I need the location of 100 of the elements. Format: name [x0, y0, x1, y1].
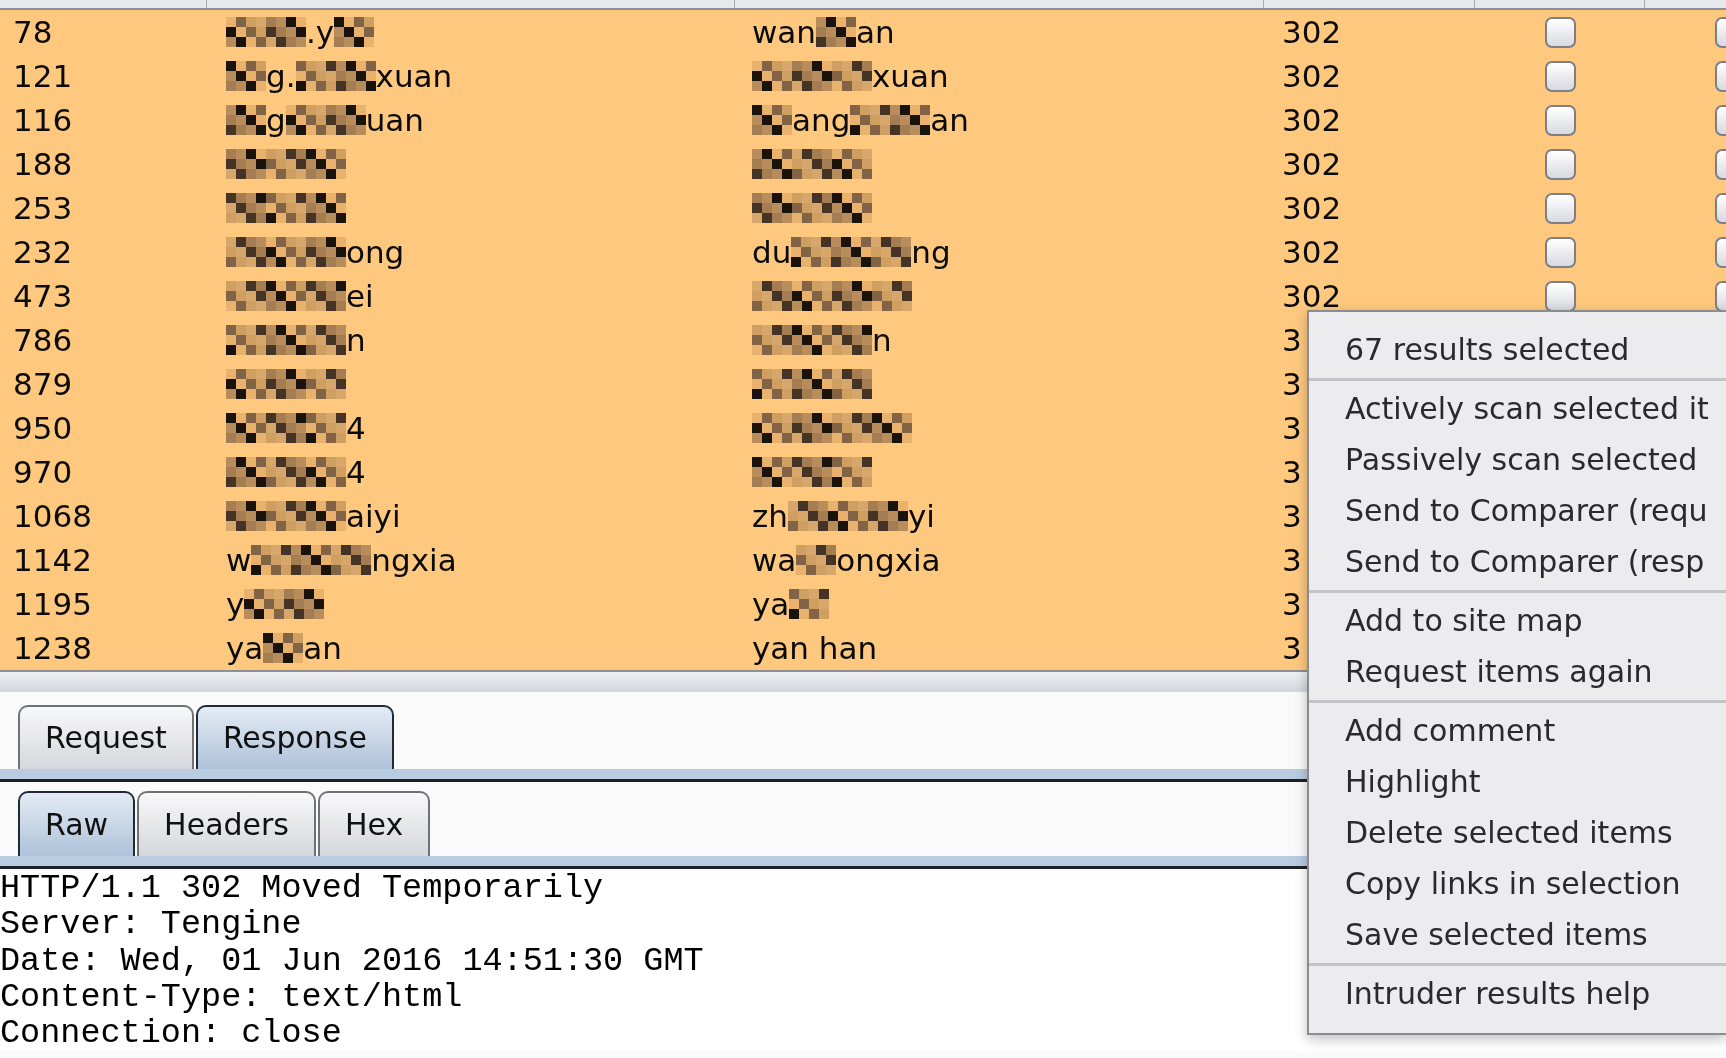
payload-text: y	[226, 586, 245, 622]
status-code: 3	[1282, 542, 1302, 578]
pixelated-mosaic	[752, 105, 792, 135]
status-code: 3	[1282, 630, 1302, 666]
status-code: 3	[1282, 366, 1302, 402]
payload-text: n	[872, 322, 892, 358]
status-code: 3	[1282, 586, 1302, 622]
request-number: 253	[13, 190, 73, 226]
tab[interactable]: Request	[18, 705, 194, 769]
payload-text: wa	[752, 542, 797, 578]
request-number: 1142	[13, 542, 92, 578]
table-row[interactable]: 188 302	[0, 142, 1726, 186]
table-row[interactable]: 121 g. xuan xuan 302	[0, 54, 1726, 98]
pixelated-mosaic	[226, 413, 266, 443]
checkbox[interactable]	[1715, 148, 1726, 180]
payload-text: zh	[752, 498, 788, 534]
pixelated-mosaic	[872, 413, 912, 443]
table-row[interactable]: 78 .y wan an 302	[0, 10, 1726, 54]
request-number: 879	[13, 366, 73, 402]
pixelated-mosaic	[226, 325, 266, 355]
pixelated-mosaic	[791, 237, 832, 267]
payload-text: an	[930, 102, 969, 138]
pixelated-mosaic	[832, 61, 872, 91]
pixelated-mosaic	[752, 193, 792, 223]
payload-text: 4	[346, 454, 366, 490]
payload-text: wan	[752, 14, 816, 50]
checkbox[interactable]	[1544, 16, 1576, 48]
pixelated-mosaic	[284, 589, 325, 619]
status-code: 3	[1282, 498, 1302, 534]
tab[interactable]: Response	[195, 705, 394, 769]
pixelated-mosaic	[266, 501, 306, 531]
response-line: Date: Wed, 01 Jun 2016 14:51:30 GMT	[0, 942, 704, 979]
pixelated-mosaic	[306, 193, 346, 223]
pixelated-mosaic	[226, 457, 266, 487]
menu-item[interactable]: Add comment	[1309, 705, 1726, 756]
pixelated-mosaic	[266, 149, 306, 179]
pixelated-mosaic	[266, 413, 306, 443]
pixelated-mosaic	[752, 413, 792, 443]
table-row[interactable]: 116 g uan ang an 302	[0, 98, 1726, 142]
checkbox[interactable]	[1544, 60, 1576, 92]
payload-text: yan han	[752, 630, 878, 666]
status-code: 302	[1282, 102, 1342, 138]
response-line: Server: Tengine	[0, 906, 302, 943]
checkbox[interactable]	[1715, 236, 1726, 268]
payload-text: ya	[752, 586, 790, 622]
checkbox[interactable]	[1715, 16, 1726, 48]
pixelated-mosaic	[306, 281, 346, 311]
checkbox[interactable]	[1715, 60, 1726, 92]
payload-text: ong	[346, 234, 405, 270]
payload-text: ng	[911, 234, 951, 270]
checkbox[interactable]	[1544, 236, 1576, 268]
pixelated-mosaic	[871, 237, 912, 267]
pixelated-mosaic	[752, 457, 792, 487]
menu-item[interactable]: Save selected items	[1309, 909, 1726, 960]
table-row[interactable]: 232 ong du ng 302	[0, 230, 1726, 274]
tab[interactable]: Raw	[18, 791, 136, 856]
request-number: 188	[13, 146, 73, 182]
pixelated-mosaic	[832, 325, 872, 355]
pixelated-mosaic	[792, 369, 832, 399]
checkbox[interactable]	[1544, 104, 1576, 136]
tab[interactable]: Hex	[318, 791, 431, 856]
checkbox[interactable]	[1715, 192, 1726, 224]
pixelated-mosaic	[306, 457, 346, 487]
menu-item[interactable]: Delete selected items	[1309, 807, 1726, 858]
response-line: HTTP/1.1 302 Moved Temporarily	[0, 870, 604, 907]
pixelated-mosaic	[789, 589, 830, 619]
menu-item[interactable]: Copy links in selection	[1309, 858, 1726, 909]
checkbox[interactable]	[1544, 148, 1576, 180]
checkbox[interactable]	[1544, 192, 1576, 224]
menu-item[interactable]: Highlight	[1309, 756, 1726, 807]
request-number: 786	[13, 322, 73, 358]
pixelated-mosaic	[263, 633, 304, 663]
pixelated-mosaic	[266, 325, 306, 355]
payload-text: aiyi	[346, 498, 401, 534]
status-code: 302	[1282, 58, 1342, 94]
table-row[interactable]: 473 ei 302	[0, 274, 1726, 318]
pixelated-mosaic	[792, 149, 832, 179]
tab[interactable]: Headers	[137, 791, 316, 856]
request-number: 970	[13, 454, 73, 490]
pixelated-mosaic	[285, 105, 326, 135]
pixelated-mosaic	[226, 17, 266, 47]
payload-text: xuan	[872, 58, 949, 94]
pixelated-mosaic	[226, 501, 266, 531]
checkbox[interactable]	[1715, 104, 1726, 136]
payload-text: g.	[266, 58, 296, 94]
checkbox[interactable]	[1544, 280, 1576, 312]
payload-text: ongxia	[836, 542, 941, 578]
request-number: 116	[13, 102, 73, 138]
status-code: 3	[1282, 322, 1302, 358]
pixelated-mosaic	[890, 105, 931, 135]
payload-text: ngxia	[371, 542, 457, 578]
pixelated-mosaic	[295, 61, 336, 91]
pixelated-mosaic	[226, 193, 266, 223]
status-code: 302	[1282, 146, 1342, 182]
payload-text: w	[226, 542, 252, 578]
pixelated-mosaic	[226, 105, 266, 135]
table-row[interactable]: 253 302	[0, 186, 1726, 230]
payload-text: an	[856, 14, 895, 50]
pixelated-mosaic	[266, 237, 306, 267]
menu-item[interactable]: Intruder results help	[1309, 968, 1726, 1019]
